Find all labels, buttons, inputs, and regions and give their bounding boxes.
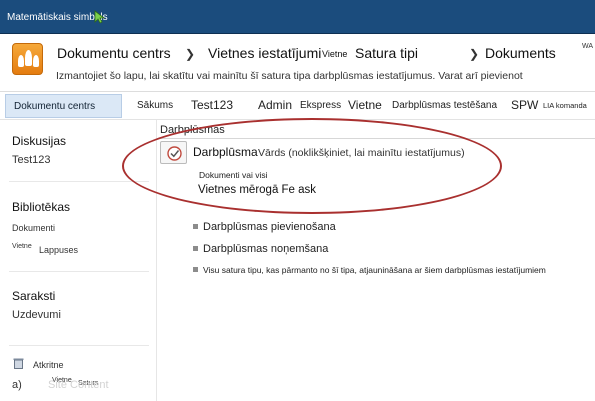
leftnav-site-content-link[interactable]: Site Content	[48, 379, 109, 391]
add-workflow-link[interactable]: Darbplūsmas pievienošana	[203, 221, 336, 233]
page-description: Izmantojiet šo lapu, lai skatītu vai mai…	[56, 70, 523, 82]
leftnav-heading-saraksti[interactable]: Saraksti	[12, 289, 55, 303]
nav-item-darbplusmas-testesana[interactable]: Darbplūsmas testēšana	[392, 100, 497, 111]
nav-item-sakums[interactable]: Sākums	[137, 100, 173, 111]
section-title-darbplusmas: Darbplūsmas	[160, 124, 225, 136]
remove-workflow-link[interactable]: Darbplūsmas noņemšana	[203, 243, 328, 255]
breadcrumb-vietnes-iestatijumi[interactable]: Vietnes iestatījumi	[208, 45, 321, 61]
workflow-checkmark-icon	[160, 141, 187, 164]
site-logo-icon	[12, 43, 43, 75]
workflow-link-site-wide[interactable]: Vietnes mērogā Fe ask	[198, 184, 316, 196]
page-header: Dokumentu centrs ❯ Vietnes iestatījumi V…	[0, 34, 595, 92]
breadcrumb-separator-icon: ❯	[469, 47, 480, 61]
leftnav-divider	[9, 345, 149, 346]
leftnav-divider	[9, 181, 149, 182]
top-bar: Matemātiskais simbols	[0, 0, 595, 34]
top-navigation: Dokumentu centrs Sākums Test123 Admin Ek…	[0, 92, 595, 120]
leftnav-site-content-prefix: a)	[12, 379, 22, 391]
bullet-square-icon	[193, 267, 198, 272]
breadcrumb-dokumentu-centrs[interactable]: Dokumentu centrs	[57, 45, 171, 61]
nav-item-admin[interactable]: Admin	[258, 98, 292, 112]
breadcrumb-satura-tipi[interactable]: Satura tipi	[355, 45, 418, 61]
workflow-column-name: Darbplūsma	[193, 145, 258, 159]
quick-launch: Diskusijas Test123 Bibliotēkas Dokumenti…	[0, 120, 157, 401]
cursor-arrow-icon	[94, 10, 106, 24]
leftnav-item-vietne-small: Vietne	[12, 243, 32, 250]
nav-item-ekspress[interactable]: Ekspress	[300, 100, 341, 111]
workflow-column-hint: Vārds (noklikšķiniet, lai mainītu iestat…	[258, 147, 465, 159]
leftnav-item-atkritne[interactable]: Atkritne	[33, 360, 64, 370]
leftnav-item-dokumenti[interactable]: Dokumenti	[12, 223, 55, 233]
main-content: Darbplūsmas Darbplūsma Vārds (noklikšķin…	[157, 120, 595, 401]
breadcrumb-dokuments: Dokuments	[485, 45, 556, 61]
leftnav-item-uzdevumi[interactable]: Uzdevumi	[12, 309, 61, 321]
breadcrumb-separator-icon: ❯	[185, 47, 196, 61]
workflow-scope-label: Dokumenti vai visi	[199, 170, 268, 180]
recycle-bin-icon	[13, 358, 24, 369]
bullet-square-icon	[193, 224, 198, 229]
nav-item-lia-komanda[interactable]: LIA komanda	[543, 101, 587, 110]
leftnav-heading-diskusijas[interactable]: Diskusijas	[12, 134, 66, 148]
nav-item-vietne[interactable]: Vietne	[348, 98, 382, 112]
breadcrumb-vietne-small: Vietne	[322, 49, 348, 59]
leftnav-heading-biblioteekas[interactable]: Bibliotēkas	[12, 200, 70, 214]
section-divider	[157, 138, 595, 139]
update-child-content-types-link[interactable]: Visu satura tipu, kas pārmanto no šī tip…	[203, 265, 546, 275]
header-right-fragment: WA	[582, 43, 594, 50]
leftnav-divider	[9, 271, 149, 272]
nav-item-spw[interactable]: SPW	[511, 98, 538, 112]
nav-item-test123[interactable]: Test123	[191, 98, 233, 112]
leftnav-item-lappuses[interactable]: Lappuses	[39, 245, 78, 255]
nav-tab-dokumentu-centrs[interactable]: Dokumentu centrs	[5, 94, 122, 118]
bullet-square-icon	[193, 246, 198, 251]
leftnav-item-test123[interactable]: Test123	[12, 154, 51, 166]
